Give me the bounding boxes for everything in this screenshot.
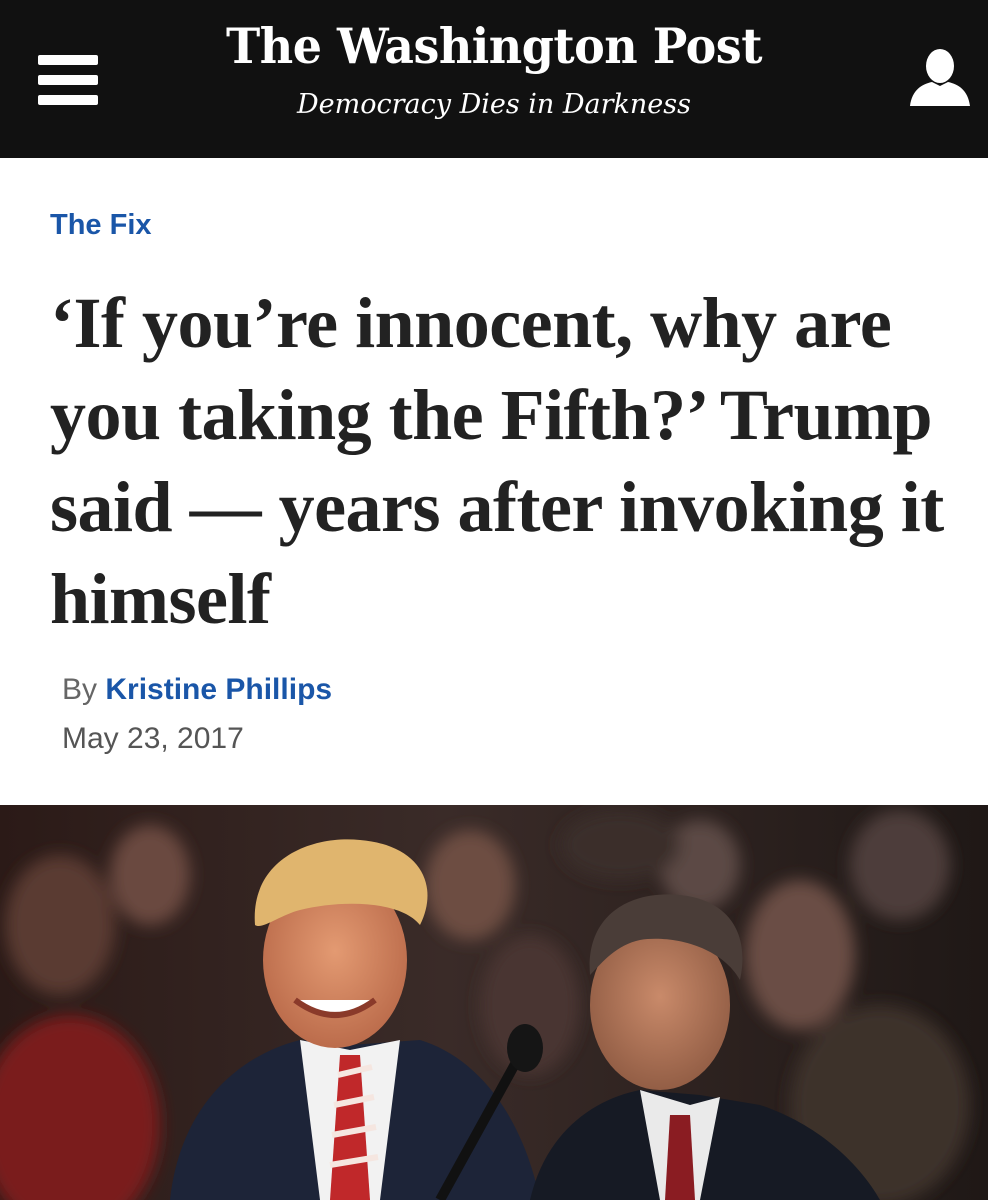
lead-photo-illustration — [0, 805, 988, 1200]
brand-tagline: Democracy Dies in Darkness — [297, 89, 691, 120]
menu-bar-middle — [38, 75, 98, 85]
publish-date: May 23, 2017 — [62, 722, 244, 755]
user-account-icon[interactable] — [908, 46, 972, 108]
brand-wordmark: The Washington Post — [226, 17, 762, 75]
user-silhouette — [910, 49, 970, 106]
menu-bar-top — [38, 55, 98, 65]
article-headline: ‘If you’re innocent, why are you taking … — [50, 283, 944, 639]
section-kicker-link[interactable]: The Fix — [50, 207, 152, 243]
byline-prefix: By — [62, 673, 98, 706]
menu-bar-bottom — [38, 95, 98, 105]
hamburger-menu-icon[interactable] — [38, 55, 98, 105]
masthead-bar: The Washington Post Democracy Dies in Da… — [0, 0, 988, 158]
lead-photo[interactable] — [0, 805, 988, 1200]
author-link[interactable]: Kristine Phillips — [105, 673, 332, 706]
masthead-logo[interactable]: The Washington Post Democracy Dies in Da… — [200, 18, 788, 122]
byline: By Kristine Phillips — [62, 672, 332, 708]
